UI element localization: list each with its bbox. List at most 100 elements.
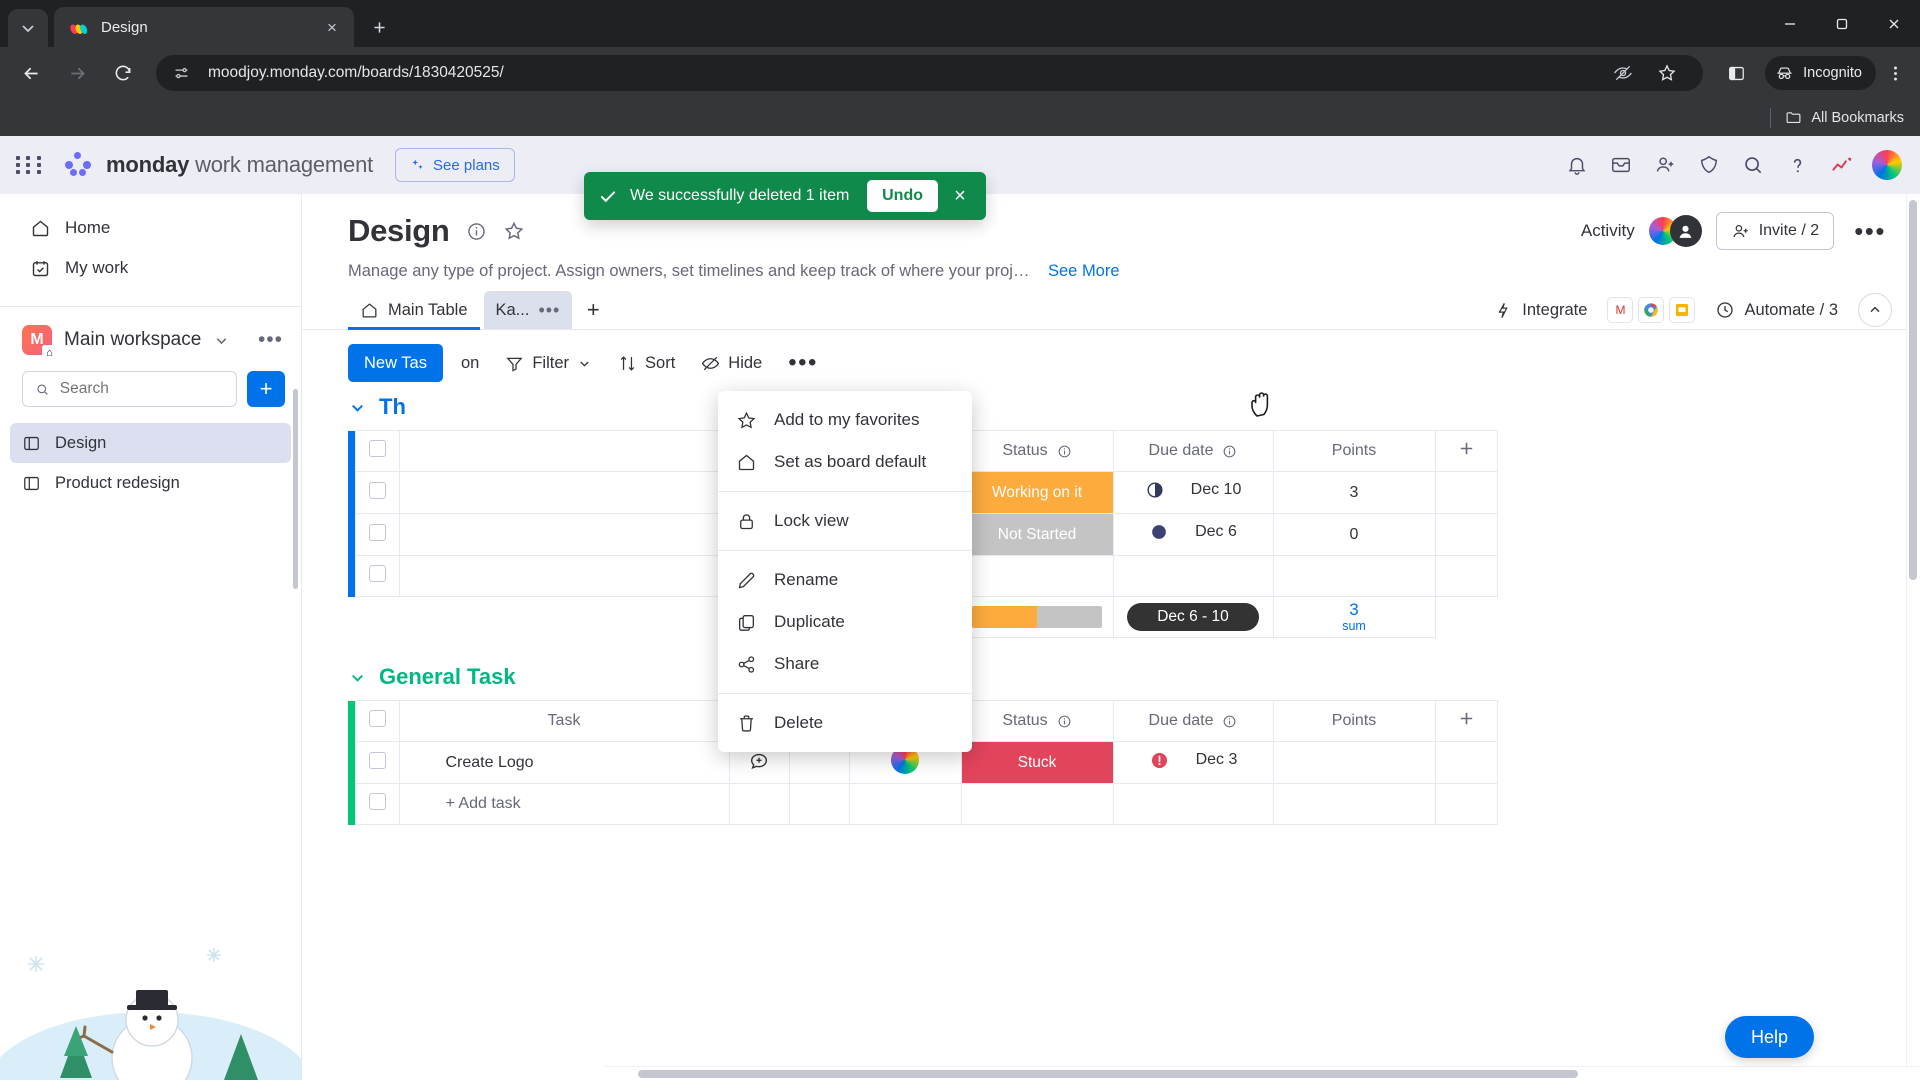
row-checkbox-cell[interactable] [354, 471, 400, 514]
invite-button[interactable]: Invite / 2 [1715, 212, 1835, 250]
sidebar-scrollbar[interactable] [293, 389, 298, 589]
row-due-cell[interactable]: Dec 6 [1112, 513, 1274, 556]
all-bookmarks-button[interactable]: All Bookmarks [1785, 109, 1904, 126]
row-status-cell[interactable]: Working on it [960, 471, 1114, 514]
board-toolbar-more[interactable]: ••• [780, 345, 826, 381]
select-all-cell[interactable] [354, 430, 400, 472]
slides-icon[interactable] [1669, 297, 1696, 323]
row-task-cell[interactable]: Create Logo [398, 741, 730, 784]
bookmark-star-icon[interactable] [1649, 55, 1685, 91]
column-points[interactable]: Points [1272, 700, 1436, 742]
add-column-button[interactable] [1434, 700, 1498, 742]
app-switcher-icon[interactable] [16, 156, 44, 174]
chevron-down-icon[interactable] [213, 332, 230, 349]
inbox-icon[interactable] [1602, 146, 1640, 184]
column-task[interactable] [398, 430, 730, 472]
toast-undo-button[interactable]: Undo [867, 180, 938, 212]
activity-avatars[interactable] [1648, 215, 1702, 247]
column-status[interactable]: Status [960, 430, 1114, 472]
chevron-down-icon[interactable] [348, 398, 367, 417]
add-item-cell[interactable] [398, 555, 730, 597]
add-task-cell[interactable]: + Add task [398, 783, 730, 825]
window-close-button[interactable] [1868, 0, 1920, 47]
window-minimize-button[interactable] [1764, 0, 1816, 47]
side-panel-icon[interactable] [1718, 55, 1754, 91]
automate-button[interactable]: Automate / 3 [1707, 295, 1846, 325]
add-view-button[interactable]: + [576, 293, 610, 327]
column-due-date[interactable]: Due date [1112, 430, 1274, 472]
checkbox[interactable] [368, 565, 386, 582]
summary-due-cell[interactable]: Dec 6 - 10 [1112, 596, 1274, 638]
window-maximize-button[interactable] [1816, 0, 1868, 47]
checkbox[interactable] [368, 793, 386, 810]
info-icon[interactable] [466, 221, 487, 242]
board-more-icon[interactable]: ••• [1848, 216, 1892, 247]
help-button[interactable]: Help [1724, 1016, 1814, 1058]
column-status[interactable]: Status [960, 700, 1114, 742]
chrome-icon[interactable] [1638, 297, 1665, 323]
chrome-menu-icon[interactable] [1878, 56, 1912, 90]
menu-item-lock-view[interactable]: Lock view [718, 500, 972, 542]
gmail-icon[interactable]: M [1607, 297, 1634, 323]
row-task-cell[interactable] [398, 471, 730, 514]
column-task[interactable]: Task [398, 700, 730, 742]
favorite-star-icon[interactable] [503, 220, 525, 242]
select-all-cell[interactable] [354, 700, 400, 742]
horizontal-scrollbar[interactable] [638, 1070, 1578, 1078]
person-filter-button[interactable]: on [453, 348, 487, 379]
search-input[interactable] [59, 380, 224, 398]
new-tab-button[interactable] [362, 10, 396, 44]
site-settings-icon[interactable] [170, 62, 192, 84]
toast-close-icon[interactable]: × [948, 185, 972, 208]
column-due-date[interactable]: Due date [1112, 700, 1274, 742]
brand[interactable]: monday work management [64, 152, 373, 178]
tab-more-icon[interactable]: ••• [538, 300, 560, 321]
checkbox[interactable] [368, 710, 386, 727]
summary-points-cell[interactable]: 3 sum [1272, 596, 1436, 638]
tracking-protection-icon[interactable] [1605, 55, 1641, 91]
checkbox[interactable] [368, 481, 386, 499]
close-icon[interactable]: × [320, 15, 344, 39]
menu-item-add-to-favorites[interactable]: Add to my favorites [718, 399, 972, 441]
menu-item-delete[interactable]: Delete [718, 702, 972, 744]
add-task-row[interactable]: + Add task [348, 783, 1498, 825]
menu-item-set-as-board-default[interactable]: Set as board default [718, 441, 972, 483]
apps-icon[interactable] [1690, 146, 1728, 184]
menu-item-rename[interactable]: Rename [718, 559, 972, 601]
incognito-indicator[interactable]: Incognito [1765, 56, 1876, 90]
row-checkbox-cell[interactable] [354, 513, 400, 556]
see-more-link[interactable]: See More [1048, 262, 1120, 281]
help-icon[interactable] [1778, 146, 1816, 184]
menu-item-share[interactable]: Share [718, 643, 972, 685]
group-title[interactable]: Th [379, 394, 406, 420]
reload-icon[interactable] [105, 55, 141, 91]
sort-button[interactable]: Sort [610, 348, 683, 379]
tab-search-chevron-icon[interactable] [8, 9, 48, 47]
sidebar-item-design[interactable]: Design [10, 423, 291, 463]
row-checkbox-cell[interactable] [354, 741, 400, 784]
see-plans-button[interactable]: See plans [395, 148, 515, 182]
integrate-button[interactable]: Integrate [1486, 296, 1595, 325]
sidebar-item-my-work[interactable]: My work [8, 248, 293, 288]
menu-item-duplicate[interactable]: Duplicate [718, 601, 972, 643]
summary-status-cell[interactable] [960, 596, 1114, 638]
workspace-selector[interactable]: M ⌂ Main workspace ••• [0, 307, 301, 367]
hide-button[interactable]: Hide [693, 348, 770, 379]
row-due-cell[interactable]: Dec 3 [1112, 741, 1274, 784]
group-title[interactable]: General Task [379, 664, 516, 690]
notifications-icon[interactable] [1558, 146, 1596, 184]
column-points[interactable]: Points [1272, 430, 1436, 472]
tab-kanban[interactable]: Ka... ••• [483, 291, 573, 329]
user-avatar[interactable] [1872, 150, 1902, 180]
filter-button[interactable]: Filter [497, 348, 600, 379]
tab-main-table[interactable]: Main Table [348, 291, 480, 330]
chevron-down-icon[interactable] [348, 668, 367, 687]
checkbox[interactable] [368, 523, 386, 541]
trending-icon[interactable] [1822, 146, 1860, 184]
row-status-cell[interactable]: Not Started [960, 513, 1114, 556]
vertical-scrollbar[interactable] [1909, 200, 1917, 580]
add-board-button[interactable]: + [247, 371, 285, 407]
address-bar[interactable]: moodjoy.monday.com/boards/1830420525/ [156, 55, 1704, 91]
sidebar-item-product-redesign[interactable]: Product redesign [10, 463, 291, 503]
browser-tab[interactable]: Design × [54, 7, 354, 47]
